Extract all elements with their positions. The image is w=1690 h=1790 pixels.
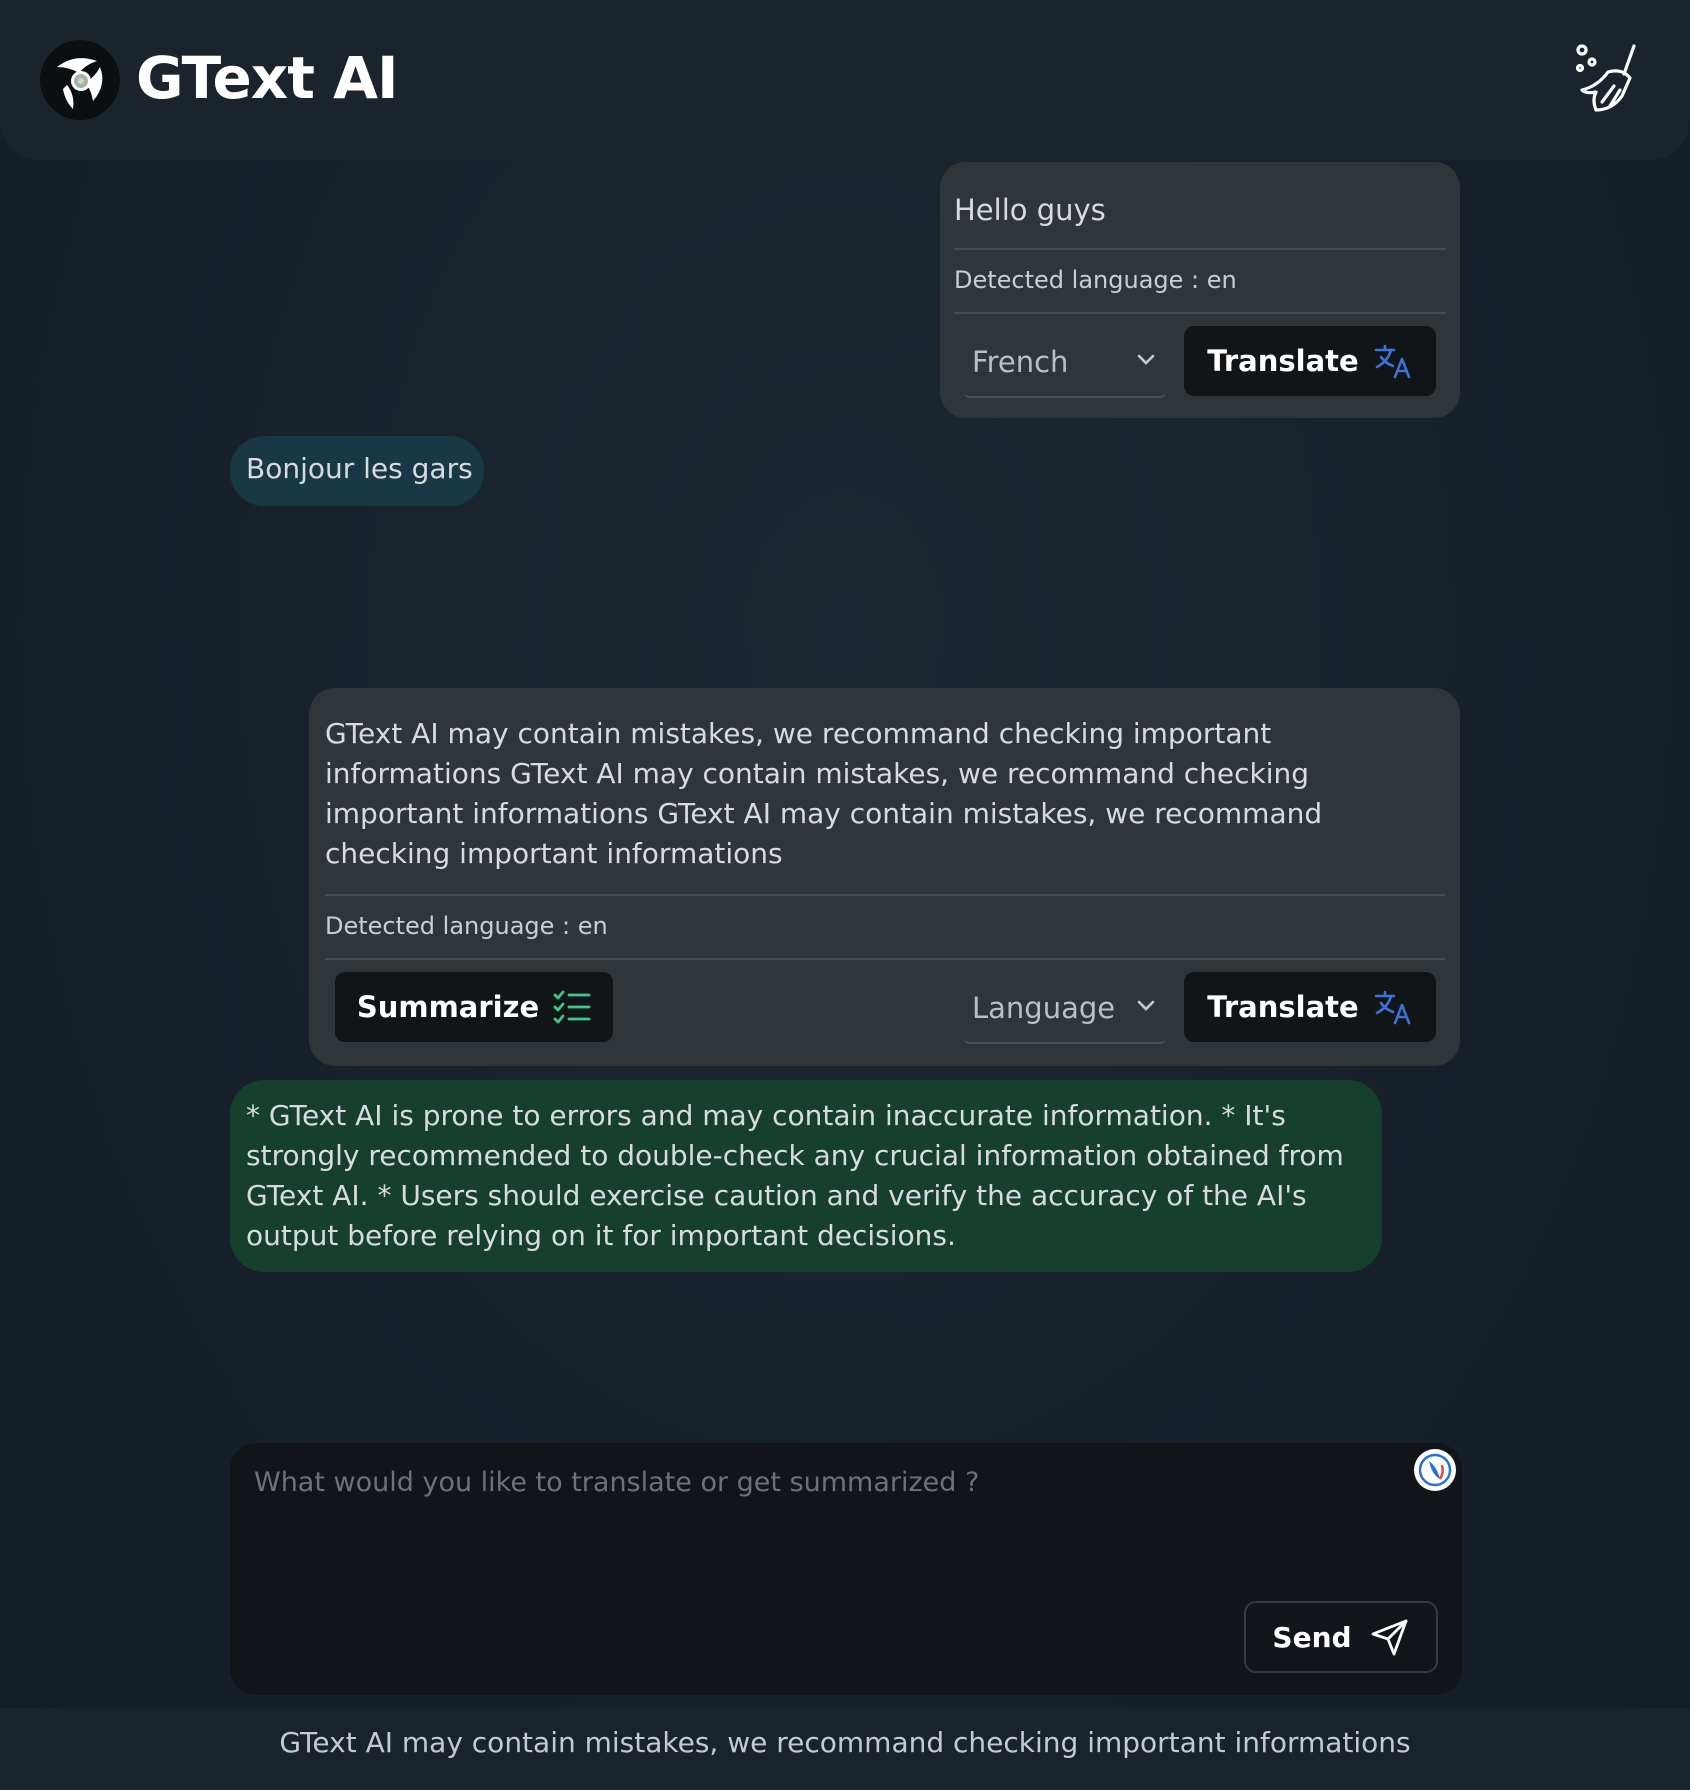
summarize-label: Summarize bbox=[356, 990, 540, 1024]
message-divider bbox=[325, 958, 1445, 960]
broom-icon bbox=[1575, 44, 1636, 112]
message-text: Bonjour les gars bbox=[246, 452, 473, 485]
summarize-button[interactable]: Summarize bbox=[335, 972, 613, 1042]
footer-disclaimer: GText AI may contain mistakes, we recomm… bbox=[279, 1726, 1411, 1759]
target-language-select[interactable]: Language bbox=[964, 974, 1166, 1044]
message-composer: Send bbox=[230, 1443, 1462, 1695]
message-divider bbox=[954, 248, 1446, 250]
translate-button[interactable]: Translate bbox=[1184, 972, 1436, 1042]
checklist-icon bbox=[553, 990, 591, 1024]
app-header: GText AI bbox=[0, 0, 1690, 160]
send-icon bbox=[1371, 1619, 1407, 1656]
grammar-assistant-icon[interactable] bbox=[1414, 1449, 1456, 1491]
detected-language: Detected language : en bbox=[325, 912, 608, 940]
message-divider bbox=[325, 894, 1445, 896]
gtext-logo-icon bbox=[40, 40, 120, 120]
send-label: Send bbox=[1272, 1620, 1352, 1654]
clear-chat-button[interactable] bbox=[1570, 38, 1650, 118]
select-value: French bbox=[972, 345, 1069, 379]
chevron-down-icon bbox=[1137, 354, 1155, 365]
message-text: * GText AI is prone to errors and may co… bbox=[246, 1099, 1344, 1252]
summary-result: * GText AI is prone to errors and may co… bbox=[230, 1080, 1382, 1272]
translate-label: Translate bbox=[1207, 990, 1359, 1024]
translate-label: Translate bbox=[1207, 344, 1359, 378]
app-title: GText AI bbox=[136, 44, 399, 112]
chevron-down-icon bbox=[1137, 1000, 1155, 1011]
translate-icon bbox=[1374, 990, 1411, 1025]
detected-language: Detected language : en bbox=[954, 266, 1237, 294]
message-text: GText AI may contain mistakes, we recomm… bbox=[325, 717, 1323, 870]
select-value: Language bbox=[972, 991, 1116, 1025]
translation-result-1: Bonjour les gars bbox=[230, 436, 484, 506]
message-input[interactable] bbox=[252, 1465, 1376, 1609]
message-text: Hello guys bbox=[954, 193, 1106, 227]
user-message-1: Hello guys Detected language : en French… bbox=[940, 162, 1460, 418]
send-button[interactable]: Send bbox=[1244, 1601, 1438, 1673]
user-message-2: GText AI may contain mistakes, we recomm… bbox=[309, 688, 1460, 1066]
translate-button[interactable]: Translate bbox=[1184, 326, 1436, 396]
translate-icon bbox=[1374, 344, 1411, 379]
message-divider bbox=[954, 312, 1446, 314]
target-language-select[interactable]: French bbox=[964, 328, 1166, 398]
